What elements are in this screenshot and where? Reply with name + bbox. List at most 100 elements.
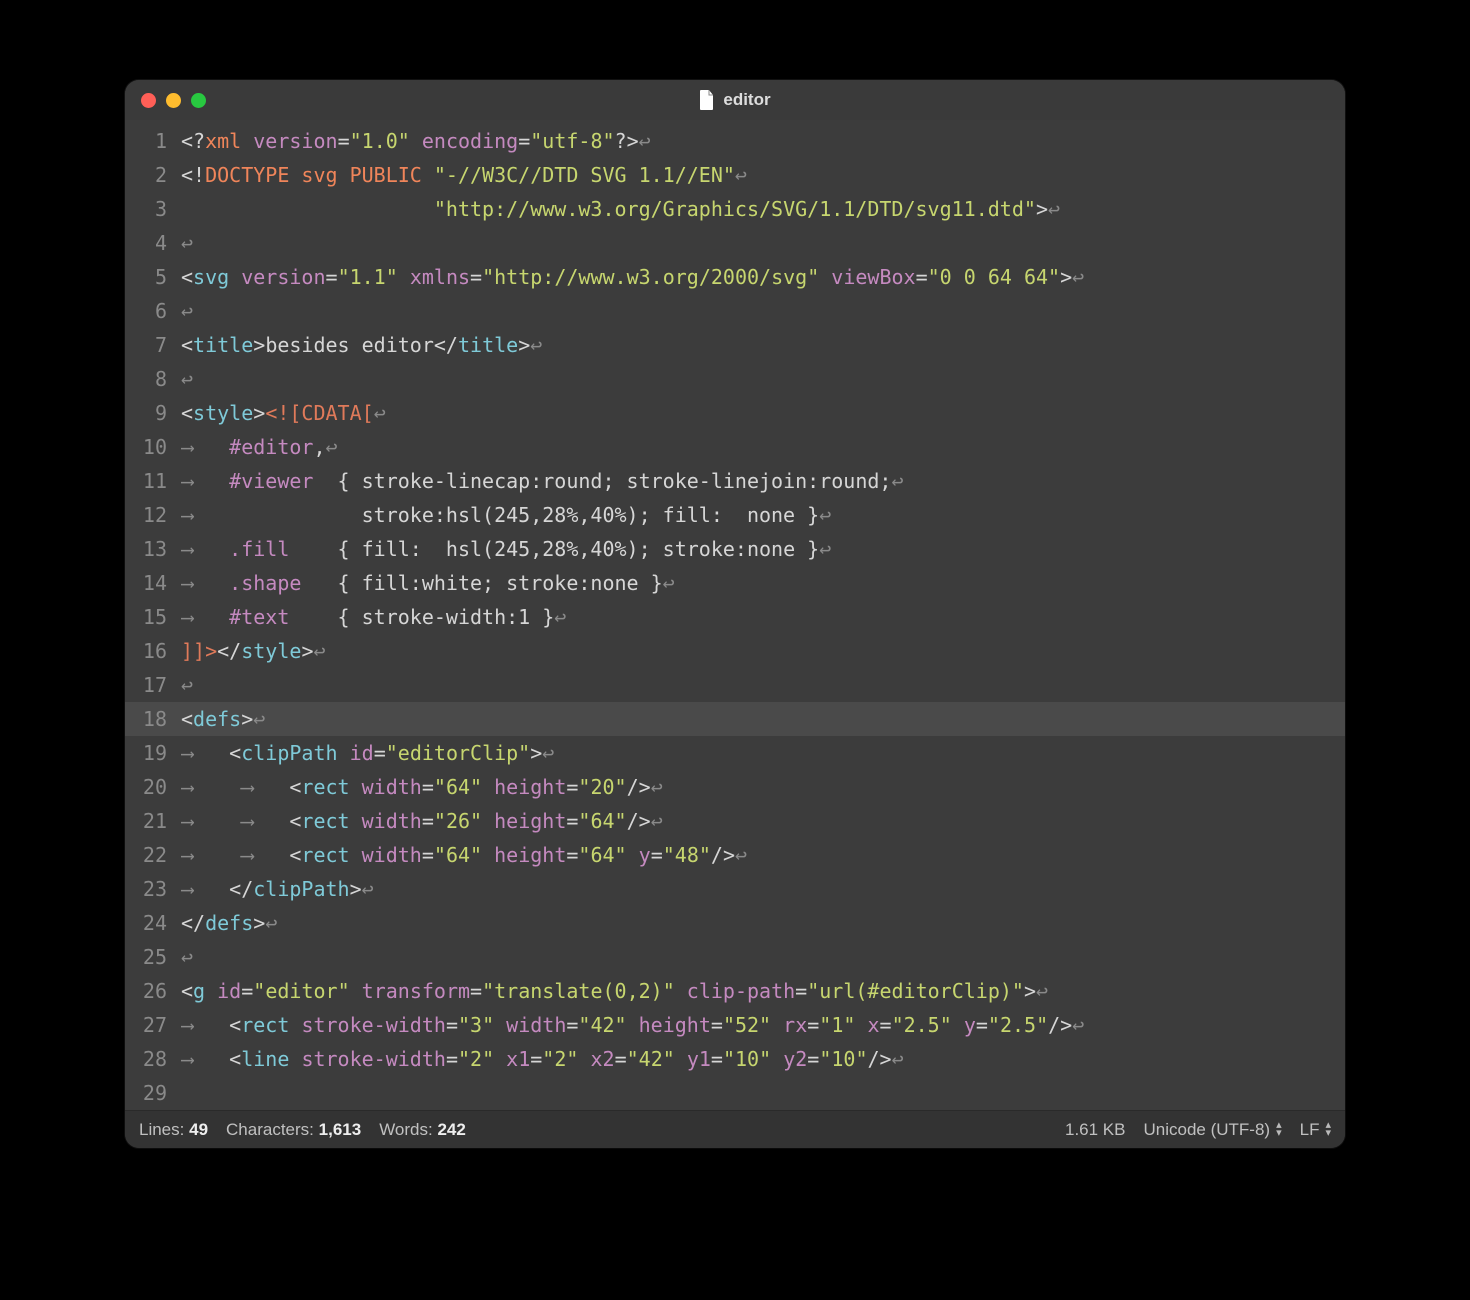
- code-line[interactable]: 14⟶ .shape { fill:white; stroke:none }↩: [125, 566, 1345, 600]
- encoding-value: Unicode (UTF-8): [1144, 1120, 1271, 1140]
- code-content[interactable]: <title>besides editor</title>↩: [181, 328, 1333, 362]
- code-line[interactable]: 24</defs>↩: [125, 906, 1345, 940]
- line-number: 21: [125, 804, 181, 838]
- code-line[interactable]: 18<defs>↩: [125, 702, 1345, 736]
- code-line[interactable]: 28⟶ <line stroke-width="2" x1="2" x2="42…: [125, 1042, 1345, 1076]
- code-content[interactable]: ⟶ .fill { fill: hsl(245,28%,40%); stroke…: [181, 532, 1333, 566]
- window-controls: [141, 93, 206, 108]
- line-number: 22: [125, 838, 181, 872]
- line-number: 9: [125, 396, 181, 430]
- code-line[interactable]: 27⟶ <rect stroke-width="3" width="42" he…: [125, 1008, 1345, 1042]
- line-number: 25: [125, 940, 181, 974]
- code-line[interactable]: 20⟶ ⟶ <rect width="64" height="20"/>↩: [125, 770, 1345, 804]
- line-number: 29: [125, 1076, 181, 1110]
- chars-stat: Characters: 1,613: [226, 1120, 361, 1140]
- code-content[interactable]: ↩: [181, 226, 1333, 260]
- code-content[interactable]: ⟶ <clipPath id="editorClip">↩: [181, 736, 1333, 770]
- code-content[interactable]: ↩: [181, 940, 1333, 974]
- code-content[interactable]: ⟶ <line stroke-width="2" x1="2" x2="42" …: [181, 1042, 1333, 1076]
- line-number: 20: [125, 770, 181, 804]
- encoding-dropdown[interactable]: Unicode (UTF-8) ▴▾: [1144, 1120, 1282, 1140]
- titlebar[interactable]: editor: [125, 80, 1345, 120]
- line-number: 7: [125, 328, 181, 362]
- lines-stat: Lines: 49: [139, 1120, 208, 1140]
- line-number: 17: [125, 668, 181, 702]
- code-content[interactable]: <svg version="1.1" xmlns="http://www.w3.…: [181, 260, 1333, 294]
- code-content[interactable]: ↩: [181, 294, 1333, 328]
- zoom-icon[interactable]: [191, 93, 206, 108]
- code-line[interactable]: 16]]></style>↩: [125, 634, 1345, 668]
- line-number: 24: [125, 906, 181, 940]
- code-line[interactable]: 23⟶ </clipPath>↩: [125, 872, 1345, 906]
- code-line[interactable]: 17↩: [125, 668, 1345, 702]
- code-content[interactable]: [181, 1076, 1333, 1110]
- line-number: 10: [125, 430, 181, 464]
- code-content[interactable]: ↩: [181, 362, 1333, 396]
- code-content[interactable]: ⟶ #text { stroke-width:1 }↩: [181, 600, 1333, 634]
- line-number: 23: [125, 872, 181, 906]
- line-number: 11: [125, 464, 181, 498]
- line-number: 2: [125, 158, 181, 192]
- code-content[interactable]: ⟶ stroke:hsl(245,28%,40%); fill: none }↩: [181, 498, 1333, 532]
- code-line[interactable]: 10⟶ #editor,↩: [125, 430, 1345, 464]
- code-line[interactable]: 26<g id="editor" transform="translate(0,…: [125, 974, 1345, 1008]
- lines-label: Lines:: [139, 1120, 184, 1139]
- window-title: editor: [125, 90, 1345, 110]
- code-line[interactable]: 3 "http://www.w3.org/Graphics/SVG/1.1/DT…: [125, 192, 1345, 226]
- line-number: 4: [125, 226, 181, 260]
- code-content[interactable]: ⟶ ⟶ <rect width="64" height="20"/>↩: [181, 770, 1333, 804]
- code-content[interactable]: ⟶ .shape { fill:white; stroke:none }↩: [181, 566, 1333, 600]
- words-label: Words:: [379, 1120, 433, 1139]
- code-line[interactable]: 11⟶ #viewer { stroke-linecap:round; stro…: [125, 464, 1345, 498]
- code-content[interactable]: <!DOCTYPE svg PUBLIC "-//W3C//DTD SVG 1.…: [181, 158, 1333, 192]
- line-number: 1: [125, 124, 181, 158]
- code-content[interactable]: "http://www.w3.org/Graphics/SVG/1.1/DTD/…: [181, 192, 1333, 226]
- code-line[interactable]: 12⟶ stroke:hsl(245,28%,40%); fill: none …: [125, 498, 1345, 532]
- code-line[interactable]: 6↩: [125, 294, 1345, 328]
- code-line[interactable]: 21⟶ ⟶ <rect width="26" height="64"/>↩: [125, 804, 1345, 838]
- code-line[interactable]: 1<?xml version="1.0" encoding="utf-8"?>↩: [125, 124, 1345, 158]
- code-content[interactable]: </defs>↩: [181, 906, 1333, 940]
- code-content[interactable]: ⟶ ⟶ <rect width="26" height="64"/>↩: [181, 804, 1333, 838]
- code-content[interactable]: ⟶ #editor,↩: [181, 430, 1333, 464]
- document-icon: [699, 90, 715, 110]
- code-content[interactable]: <defs>↩: [181, 702, 1333, 736]
- code-line[interactable]: 5<svg version="1.1" xmlns="http://www.w3…: [125, 260, 1345, 294]
- close-icon[interactable]: [141, 93, 156, 108]
- minimize-icon[interactable]: [166, 93, 181, 108]
- code-content[interactable]: <style><![CDATA[↩: [181, 396, 1333, 430]
- code-line[interactable]: 4↩: [125, 226, 1345, 260]
- chevron-updown-icon: ▴▾: [1325, 1122, 1331, 1137]
- lines-value: 49: [189, 1120, 208, 1139]
- line-number: 14: [125, 566, 181, 600]
- code-content[interactable]: <g id="editor" transform="translate(0,2)…: [181, 974, 1333, 1008]
- line-number: 19: [125, 736, 181, 770]
- code-line[interactable]: 8↩: [125, 362, 1345, 396]
- line-number: 8: [125, 362, 181, 396]
- line-number: 3: [125, 192, 181, 226]
- line-number: 15: [125, 600, 181, 634]
- code-line[interactable]: 19⟶ <clipPath id="editorClip">↩: [125, 736, 1345, 770]
- editor-window: editor 1<?xml version="1.0" encoding="ut…: [125, 80, 1345, 1148]
- code-editor[interactable]: 1<?xml version="1.0" encoding="utf-8"?>↩…: [125, 120, 1345, 1110]
- code-line[interactable]: 2<!DOCTYPE svg PUBLIC "-//W3C//DTD SVG 1…: [125, 158, 1345, 192]
- chars-label: Characters:: [226, 1120, 314, 1139]
- code-content[interactable]: ⟶ #viewer { stroke-linecap:round; stroke…: [181, 464, 1333, 498]
- code-line[interactable]: 15⟶ #text { stroke-width:1 }↩: [125, 600, 1345, 634]
- line-number: 6: [125, 294, 181, 328]
- code-line[interactable]: 29: [125, 1076, 1345, 1110]
- code-content[interactable]: ]]></style>↩: [181, 634, 1333, 668]
- code-content[interactable]: ⟶ </clipPath>↩: [181, 872, 1333, 906]
- code-content[interactable]: ⟶ <rect stroke-width="3" width="42" heig…: [181, 1008, 1333, 1042]
- code-line[interactable]: 9<style><![CDATA[↩: [125, 396, 1345, 430]
- code-content[interactable]: <?xml version="1.0" encoding="utf-8"?>↩: [181, 124, 1333, 158]
- line-number: 13: [125, 532, 181, 566]
- filesize: 1.61 KB: [1065, 1120, 1126, 1140]
- code-line[interactable]: 25↩: [125, 940, 1345, 974]
- line-ending-dropdown[interactable]: LF ▴▾: [1300, 1120, 1331, 1140]
- code-line[interactable]: 22⟶ ⟶ <rect width="64" height="64" y="48…: [125, 838, 1345, 872]
- code-line[interactable]: 7<title>besides editor</title>↩: [125, 328, 1345, 362]
- code-content[interactable]: ↩: [181, 668, 1333, 702]
- code-content[interactable]: ⟶ ⟶ <rect width="64" height="64" y="48"/…: [181, 838, 1333, 872]
- code-line[interactable]: 13⟶ .fill { fill: hsl(245,28%,40%); stro…: [125, 532, 1345, 566]
